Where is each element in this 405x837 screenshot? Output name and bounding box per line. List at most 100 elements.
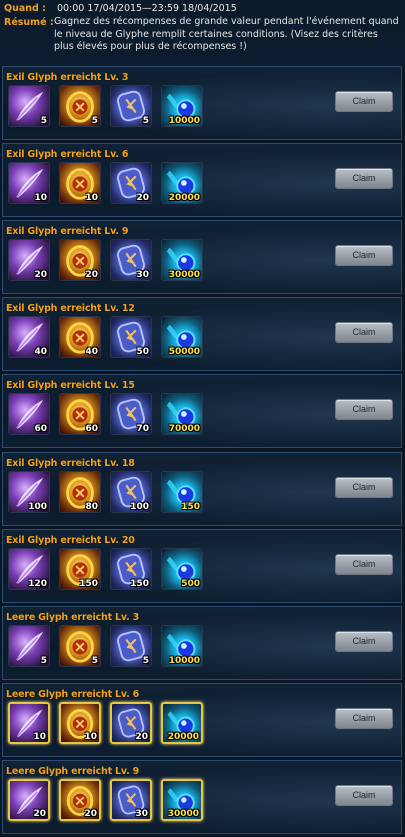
- reward-items: 20 20 30 30000: [8, 778, 203, 823]
- feather-icon[interactable]: 20: [8, 778, 50, 821]
- rune-icon[interactable]: 20: [110, 701, 152, 744]
- medal-icon[interactable]: 20: [59, 778, 101, 821]
- reward-row-title: Exil Glyph erreicht Lv. 3: [6, 72, 129, 83]
- summary-text: Gagnez des récompenses de grande valeur …: [54, 16, 399, 52]
- medal-icon[interactable]: 60: [59, 393, 101, 436]
- rune-icon[interactable]: 150: [110, 547, 152, 590]
- reward-row-title: Leere Glyph erreicht Lv. 3: [6, 611, 140, 623]
- reward-row: Exil Glyph erreicht Lv. 9 20 20 30 30000 Clai…: [2, 220, 402, 295]
- reward-row-title: Exil Glyph erreicht Lv. 20: [6, 534, 135, 546]
- item-count: 500: [181, 578, 200, 589]
- claim-button[interactable]: Claim: [335, 784, 393, 806]
- item-count: 30000: [168, 270, 200, 281]
- reward-items: 5 5 5 10000: [8, 624, 203, 669]
- rune-icon[interactable]: 100: [110, 470, 152, 513]
- rune-icon[interactable]: 20: [110, 162, 152, 205]
- reward-row-title: Exil Glyph erreicht Lv. 6: [6, 149, 129, 161]
- reward-row: Exil Glyph erreicht Lv. 12 40 40 50 50000 Cla…: [2, 297, 402, 372]
- feather-icon[interactable]: 100: [8, 470, 50, 513]
- feather-icon[interactable]: 5: [8, 85, 50, 127]
- feather-icon[interactable]: 20: [8, 239, 50, 282]
- reward-row-title: Exil Glyph erreicht Lv. 15: [6, 380, 135, 392]
- blue-orb-icon[interactable]: 30000: [161, 778, 203, 821]
- item-count: 30000: [167, 808, 199, 819]
- item-count: 50: [136, 347, 149, 358]
- reward-items: 60 60 70 70000: [8, 393, 203, 437]
- item-count: 60: [85, 424, 98, 435]
- claim-button[interactable]: Claim: [335, 476, 393, 498]
- claim-button[interactable]: Claim: [335, 91, 393, 112]
- medal-icon[interactable]: 10: [59, 701, 101, 744]
- summary-label: Résumé :: [4, 17, 54, 28]
- medal-icon[interactable]: 80: [59, 470, 101, 513]
- item-count: 5: [40, 116, 47, 126]
- reward-row: Leere Glyph erreicht Lv. 6 10 10 20 20000 Cla…: [2, 682, 402, 757]
- blue-orb-icon[interactable]: 30000: [161, 239, 203, 282]
- item-count: 70: [136, 424, 149, 435]
- blue-orb-icon[interactable]: 50000: [161, 316, 203, 359]
- feather-icon[interactable]: 60: [8, 393, 50, 436]
- medal-icon[interactable]: 40: [59, 316, 101, 359]
- claim-button[interactable]: Claim: [335, 245, 393, 267]
- item-count: 10: [33, 731, 46, 742]
- item-count: 20000: [168, 193, 200, 204]
- reward-row-title: Exil Glyph erreicht Lv. 18: [6, 457, 135, 469]
- rune-icon[interactable]: 70: [110, 393, 152, 436]
- item-count: 20: [33, 808, 46, 819]
- claim-button[interactable]: Claim: [335, 553, 393, 575]
- blue-orb-icon[interactable]: 20000: [161, 162, 203, 205]
- claim-button[interactable]: Claim: [335, 630, 393, 652]
- feather-icon[interactable]: 10: [8, 162, 50, 205]
- blue-orb-icon[interactable]: 10000: [161, 85, 203, 127]
- when-label: Quand :: [4, 3, 46, 14]
- reward-items: 100 80 100 150: [8, 470, 203, 515]
- blue-orb-icon[interactable]: 150: [161, 470, 203, 513]
- reward-items: 120 150 150 500: [8, 547, 203, 592]
- reward-row: Leere Glyph erreicht Lv. 9 20 20 30 30000 Cla…: [2, 759, 402, 834]
- reward-row: Exil Glyph erreicht Lv. 15 60 60 70 70000 Cla…: [2, 374, 402, 449]
- reward-row-title: Exil Glyph erreicht Lv. 9: [6, 226, 129, 238]
- blue-orb-icon[interactable]: 500: [161, 547, 203, 590]
- medal-icon[interactable]: 5: [59, 624, 101, 667]
- rune-icon[interactable]: 50: [110, 316, 152, 359]
- claim-button[interactable]: Claim: [335, 322, 393, 344]
- rune-icon[interactable]: 5: [110, 624, 152, 667]
- reward-row-title: Leere Glyph erreicht Lv. 9: [6, 765, 140, 777]
- reward-row: Exil Glyph erreicht Lv. 20 120 150 150 500 Cl…: [2, 528, 402, 603]
- feather-icon[interactable]: 5: [8, 624, 50, 667]
- claim-button[interactable]: Claim: [335, 168, 393, 190]
- reward-items: 5 5 5 10000: [8, 85, 203, 129]
- medal-icon[interactable]: 150: [59, 547, 101, 590]
- blue-orb-icon[interactable]: 70000: [161, 393, 203, 436]
- blue-orb-icon[interactable]: 20000: [161, 701, 203, 744]
- rune-icon[interactable]: 30: [110, 239, 152, 282]
- claim-button[interactable]: Claim: [335, 707, 393, 729]
- reward-items: 20 20 30 30000: [8, 239, 203, 283]
- item-count: 30: [135, 808, 148, 819]
- item-count: 10: [85, 193, 98, 204]
- item-count: 5: [142, 655, 149, 666]
- item-count: 20000: [167, 731, 199, 742]
- item-count: 40: [34, 347, 47, 358]
- item-count: 40: [85, 347, 98, 358]
- item-count: 120: [28, 578, 47, 589]
- reward-items: 40 40 50 50000: [8, 316, 203, 360]
- feather-icon[interactable]: 10: [8, 701, 50, 744]
- reward-row-title: Leere Glyph erreicht Lv. 6: [6, 688, 140, 700]
- item-count: 80: [85, 501, 98, 512]
- reward-row-title: Exil Glyph erreicht Lv. 12: [6, 303, 135, 315]
- item-count: 50000: [168, 347, 200, 358]
- blue-orb-icon[interactable]: 10000: [161, 624, 203, 667]
- item-count: 5: [40, 655, 47, 666]
- claim-button[interactable]: Claim: [335, 399, 393, 421]
- item-count: 150: [130, 578, 149, 589]
- rune-icon[interactable]: 5: [110, 85, 152, 127]
- item-count: 20: [85, 270, 98, 281]
- medal-icon[interactable]: 10: [59, 162, 101, 205]
- item-count: 20: [136, 193, 149, 204]
- feather-icon[interactable]: 120: [8, 547, 50, 590]
- medal-icon[interactable]: 20: [59, 239, 101, 282]
- medal-icon[interactable]: 5: [59, 85, 101, 127]
- rune-icon[interactable]: 30: [110, 778, 152, 821]
- feather-icon[interactable]: 40: [8, 316, 50, 359]
